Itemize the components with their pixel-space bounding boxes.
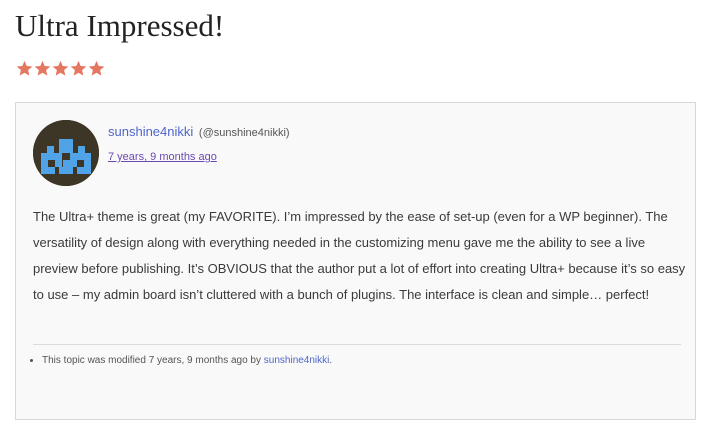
review-post-card: sunshine4nikki (@sunshine4nikki) 7 years… [15,102,696,420]
modification-note-text: This topic was modified 7 years, 9 month… [42,355,261,366]
modifier-author-link[interactable]: sunshine4nikki [264,355,330,366]
star-icon [70,60,87,77]
review-body-text: The Ultra+ theme is great (my FAVORITE).… [33,209,686,302]
post-date-link[interactable]: 7 years, 9 months ago [108,149,217,165]
modification-note-list: This topic was modified 7 years, 9 month… [30,353,682,369]
author-line: sunshine4nikki (@sunshine4nikki) [108,123,290,142]
pixel-identicon-avatar-icon [33,120,99,186]
star-icon [88,60,105,77]
modification-note: This topic was modified 7 years, 9 month… [42,353,682,369]
avatar[interactable] [33,120,99,186]
star-rating [16,60,105,77]
review-title: Ultra Impressed! [15,8,225,43]
star-icon [34,60,51,77]
star-icon [52,60,69,77]
modification-note-suffix: . [329,355,333,366]
author-name-link[interactable]: sunshine4nikki [108,124,193,139]
divider [33,344,681,345]
author-handle: (@sunshine4nikki) [198,127,290,139]
star-icon [16,60,33,77]
